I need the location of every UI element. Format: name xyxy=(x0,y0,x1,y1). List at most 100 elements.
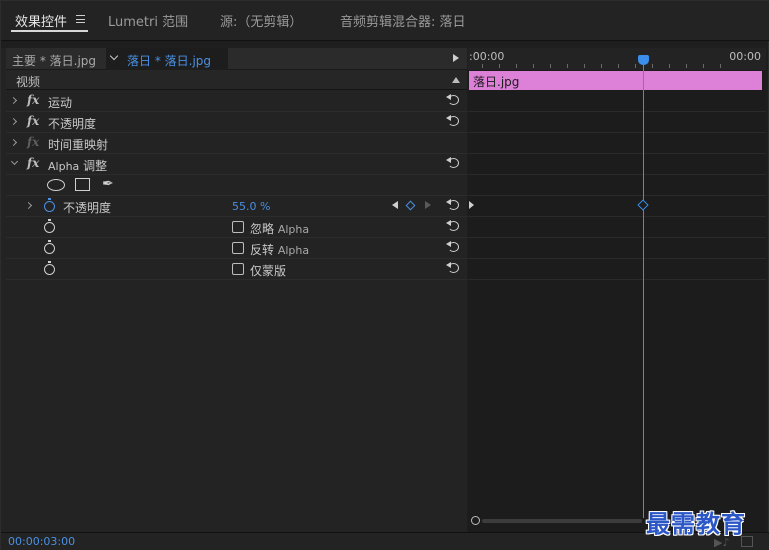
effect-row-motion[interactable]: fx 运动 xyxy=(6,91,467,112)
watermark-logo: 最需教育 xyxy=(646,509,746,538)
param-row-invert-alpha: 反转 Alpha xyxy=(6,238,467,259)
effect-row-opacity[interactable]: fx 不透明度 xyxy=(6,112,467,133)
clip-label: 落日.jpg xyxy=(473,75,520,89)
clip-source-bar: 主要 * 落日.jpg 落日 * 落日.jpg xyxy=(6,48,467,70)
fx-toggle-icon[interactable]: fx xyxy=(27,156,39,170)
timeline-row xyxy=(468,133,766,154)
keyframe-timeline: :00:00 00:00 落日.jpg xyxy=(468,48,766,532)
play-triangle-icon[interactable] xyxy=(453,54,459,62)
next-keyframe-icon[interactable] xyxy=(425,201,431,209)
timeline-row xyxy=(468,217,766,238)
chevron-right-icon[interactable] xyxy=(9,138,18,147)
clip-bar[interactable]: 落日.jpg xyxy=(469,71,762,90)
mask-only-checkbox[interactable] xyxy=(232,263,244,275)
chevron-right-icon[interactable] xyxy=(9,117,18,126)
mask-tools-row: ✒ xyxy=(6,175,467,196)
reset-icon[interactable] xyxy=(446,157,459,169)
pen-mask-icon[interactable]: ✒ xyxy=(102,176,114,192)
rectangle-mask-icon[interactable] xyxy=(75,178,90,191)
fx-toggle-icon: fx xyxy=(27,135,40,149)
ruler-tick xyxy=(601,64,602,68)
ruler-tick xyxy=(533,64,534,68)
param-row-mask-only: 仅蒙版 xyxy=(6,259,467,280)
timeline-row xyxy=(468,259,766,280)
ruler-tick xyxy=(550,64,551,68)
ellipse-mask-icon[interactable] xyxy=(47,179,65,191)
chevron-right-icon[interactable] xyxy=(24,201,33,210)
param-row-ignore-alpha: 忽略 Alpha xyxy=(6,217,467,238)
ruler-tick xyxy=(720,64,721,68)
ruler-end-time: 00:00 xyxy=(729,50,761,63)
ruler-start-time: :00:00 xyxy=(469,50,505,63)
zoom-handle-icon[interactable] xyxy=(471,516,480,525)
chevron-down-icon[interactable] xyxy=(109,51,119,61)
ignore-alpha-checkbox[interactable] xyxy=(232,221,244,233)
stopwatch-icon[interactable] xyxy=(43,261,55,275)
fx-toggle-icon[interactable]: fx xyxy=(27,114,39,128)
ruler-tick xyxy=(669,64,670,68)
chevron-down-icon[interactable] xyxy=(10,157,19,166)
scroll-track[interactable] xyxy=(482,519,642,523)
invert-alpha-label: 反转 Alpha xyxy=(250,243,310,257)
panel-menu-icon[interactable] xyxy=(76,15,85,23)
ruler-tick xyxy=(482,64,483,68)
effect-name: 时间重映射 xyxy=(48,138,109,152)
tab-lumetri-scopes[interactable]: Lumetri 范围 xyxy=(108,11,188,30)
add-keyframe-icon[interactable] xyxy=(405,200,416,211)
ruler-tick xyxy=(499,64,500,68)
tab-source-monitor[interactable]: 源:（无剪辑） xyxy=(220,11,302,30)
tab-effect-controls[interactable]: 效果控件 xyxy=(15,11,67,30)
effect-properties-panel: 主要 * 落日.jpg 落日 * 落日.jpg 视频 fx 运动 fx 不透明度 xyxy=(1,48,467,532)
playhead-line[interactable] xyxy=(643,62,644,518)
ruler-tick xyxy=(703,64,704,68)
reset-icon[interactable] xyxy=(446,220,459,232)
current-timecode[interactable]: 00:00:03:00 xyxy=(8,535,75,548)
stopwatch-icon[interactable] xyxy=(43,198,55,212)
playhead-handle[interactable] xyxy=(638,55,649,65)
active-tab-underline xyxy=(11,30,88,32)
reset-icon[interactable] xyxy=(446,241,459,253)
stopwatch-icon[interactable] xyxy=(43,240,55,254)
param-row-opacity: 不透明度 55.0 % xyxy=(6,196,467,217)
timeline-row xyxy=(468,154,766,175)
previous-keyframe-icon[interactable] xyxy=(392,201,398,209)
reset-icon[interactable] xyxy=(446,199,459,211)
keyframe-start-marker-icon xyxy=(469,201,474,209)
effect-controls-panel: 效果控件 Lumetri 范围 源:（无剪辑） 音频剪辑混合器: 落日 主要 *… xyxy=(0,0,769,550)
effect-name: 不透明度 xyxy=(48,117,97,131)
ruler-tick xyxy=(567,64,568,68)
reset-icon[interactable] xyxy=(446,94,459,106)
effect-name: Alpha 调整 xyxy=(48,159,108,173)
effect-row-alpha-adjust[interactable]: fx Alpha 调整 xyxy=(6,154,467,175)
tab-audio-clip-mixer[interactable]: 音频剪辑混合器: 落日 xyxy=(340,11,466,30)
ruler-tick xyxy=(652,64,653,68)
ruler-tick xyxy=(635,64,636,68)
ignore-alpha-label: 忽略 Alpha xyxy=(250,222,310,236)
panel-tab-bar: 效果控件 Lumetri 范围 源:（无剪辑） 音频剪辑混合器: 落日 xyxy=(1,1,769,41)
time-ruler[interactable]: :00:00 00:00 xyxy=(468,48,766,70)
timeline-row xyxy=(468,91,766,112)
fx-toggle-icon[interactable]: fx xyxy=(27,93,39,107)
timeline-row xyxy=(468,238,766,259)
effect-row-time-remapping[interactable]: fx 时间重映射 xyxy=(6,133,467,154)
reset-icon[interactable] xyxy=(446,115,459,127)
invert-alpha-checkbox[interactable] xyxy=(232,242,244,254)
effect-name: 运动 xyxy=(48,96,73,110)
timeline-row xyxy=(468,175,766,196)
ruler-tick xyxy=(516,64,517,68)
ruler-tick xyxy=(584,64,585,68)
video-section-header: 视频 xyxy=(6,70,467,90)
master-clip-label[interactable]: 主要 * 落日.jpg xyxy=(12,52,96,69)
chevron-right-icon[interactable] xyxy=(9,96,18,105)
timeline-row xyxy=(468,112,766,133)
sequence-clip-label[interactable]: 落日 * 落日.jpg xyxy=(127,52,211,69)
mask-only-label: 仅蒙版 xyxy=(250,264,287,278)
sequence-clip-selector[interactable]: 落日 * 落日.jpg xyxy=(106,48,228,70)
scroll-up-icon[interactable] xyxy=(452,77,460,83)
opacity-value[interactable]: 55.0 % xyxy=(232,200,270,213)
ruler-tick xyxy=(686,64,687,68)
stopwatch-icon[interactable] xyxy=(43,219,55,233)
timeline-row-opacity xyxy=(468,196,766,217)
param-label: 不透明度 xyxy=(63,201,112,215)
reset-icon[interactable] xyxy=(446,262,459,274)
